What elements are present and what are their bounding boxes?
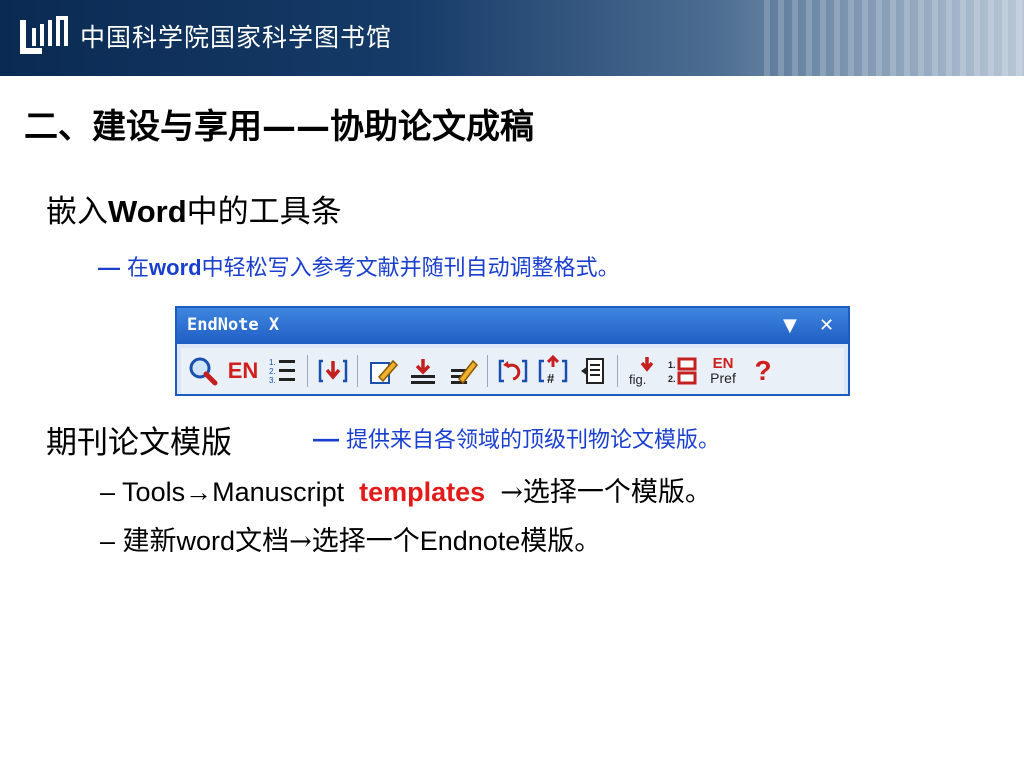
slide-title: 二、建设与享用——协助论文成稿 — [24, 107, 534, 147]
templates-highlight: templates — [359, 477, 486, 507]
preferences-button[interactable]: EN Pref — [705, 351, 741, 391]
svg-text:1.: 1. — [668, 360, 676, 370]
endnote-toolbar: EndNote X ▼ ✕ EN 1. 2. 3. # fig. 1. 2. E… — [175, 306, 850, 396]
edit-library-reference-button[interactable] — [445, 351, 481, 391]
section1-heading: 嵌入Word中的工具条 — [46, 186, 342, 231]
toolbar-separator — [617, 355, 618, 387]
figure-label: fig. — [629, 372, 646, 387]
bullet-dash: – — [100, 477, 116, 507]
bullet-latin-2: Endnote — [419, 526, 521, 556]
section1-heading-pre: 嵌入 — [46, 194, 108, 230]
help-icon: ? — [754, 355, 772, 386]
section2-description: — 提供来自各领域的顶级刊物论文模版。 — [313, 422, 720, 454]
bullet-dash: – — [100, 526, 116, 556]
toolbar-separator — [487, 355, 488, 387]
go-to-endnote-button[interactable]: EN — [225, 351, 261, 391]
section1-heading-latin: Word — [108, 194, 187, 229]
bullet-item: – Tools→Manuscript templates →选择一个模版。 — [100, 470, 712, 509]
export-traveling-library-button[interactable] — [575, 351, 611, 391]
bullet-cjk-2: 文档→选择一个 — [235, 526, 420, 557]
unformat-citations-icon — [498, 359, 528, 383]
find-citation-icon — [189, 357, 218, 386]
insert-selected-citation-button[interactable] — [405, 351, 441, 391]
section1-desc-post: 中轻松写入参考文献并随刊自动调整格式。 — [201, 256, 620, 281]
unformat-citations-button[interactable] — [495, 351, 531, 391]
find-citation-button[interactable] — [185, 351, 221, 391]
bullet-text-pre: Tools→Manuscript — [122, 477, 345, 507]
bullet-text-post: →选择一个模版。 — [500, 477, 712, 508]
remove-field-codes-icon: # — [538, 355, 568, 386]
generate-list-icon: 1. 2. — [668, 357, 697, 385]
section1-desc-pre: 在 — [127, 256, 150, 281]
preferences-en-label: EN — [712, 355, 734, 372]
insert-citation-icon — [318, 359, 348, 383]
toolbar-close-icon[interactable]: ✕ — [819, 315, 834, 336]
format-bibliography-button[interactable]: 1. 2. 3. — [265, 351, 301, 391]
svg-text:2.: 2. — [668, 374, 676, 384]
svg-text:1.: 1. — [269, 358, 276, 367]
svg-text:#: # — [547, 371, 555, 386]
insert-selected-citation-icon — [411, 359, 435, 384]
toolbar-separator — [357, 355, 358, 387]
insert-citation-button[interactable] — [315, 351, 351, 391]
remove-field-codes-button[interactable]: # — [535, 351, 571, 391]
generate-list-button[interactable]: 1. 2. — [665, 351, 701, 391]
banner-stripes — [764, 0, 1024, 76]
bullet-cjk-3: 模版。 — [520, 526, 602, 557]
header-banner: 中国科学院国家科学图书馆 — [0, 0, 1024, 76]
svg-text:3.: 3. — [269, 376, 276, 385]
edit-library-reference-icon — [451, 359, 478, 385]
toolbar-dropdown-icon[interactable]: ▼ — [783, 315, 797, 336]
export-traveling-library-icon — [581, 358, 604, 384]
edit-citation-icon — [370, 359, 399, 384]
svg-text:2.: 2. — [269, 367, 276, 376]
section1-heading-post: 中的工具条 — [186, 194, 342, 230]
library-logo-icon — [20, 16, 68, 54]
bullet-item: – 建新word文档→选择一个Endnote模版。 — [100, 519, 601, 558]
section2-dash: — — [313, 423, 339, 453]
section1-desc-bold: word — [149, 255, 202, 280]
toolbar-separator — [307, 355, 308, 387]
toolbar-button-row: EN 1. 2. 3. # fig. 1. 2. EN Pref ? — [181, 348, 844, 394]
figure-icon: fig. — [629, 357, 654, 387]
help-button[interactable]: ? — [745, 351, 781, 391]
section1-description: — 在word中轻松写入参考文献并随刊自动调整格式。 — [98, 250, 620, 282]
toolbar-title: EndNote X — [187, 315, 280, 335]
format-bibliography-icon: 1. 2. 3. — [269, 358, 295, 385]
section2-heading: 期刊论文模版 — [46, 425, 232, 461]
preferences-pref-label: Pref — [710, 370, 736, 386]
figure-button[interactable]: fig. — [625, 351, 661, 391]
bullet-latin-1: word — [176, 526, 236, 556]
go-to-endnote-icon: EN — [227, 358, 259, 383]
edit-citation-button[interactable] — [365, 351, 401, 391]
section1-dash: — — [98, 255, 120, 280]
toolbar-titlebar[interactable]: EndNote X ▼ ✕ — [177, 308, 848, 344]
bullet-cjk-1: 建新 — [122, 526, 177, 557]
section2-desc-text: 提供来自各领域的顶级刊物论文模版。 — [346, 428, 721, 453]
institution-name: 中国科学院国家科学图书馆 — [80, 23, 393, 52]
